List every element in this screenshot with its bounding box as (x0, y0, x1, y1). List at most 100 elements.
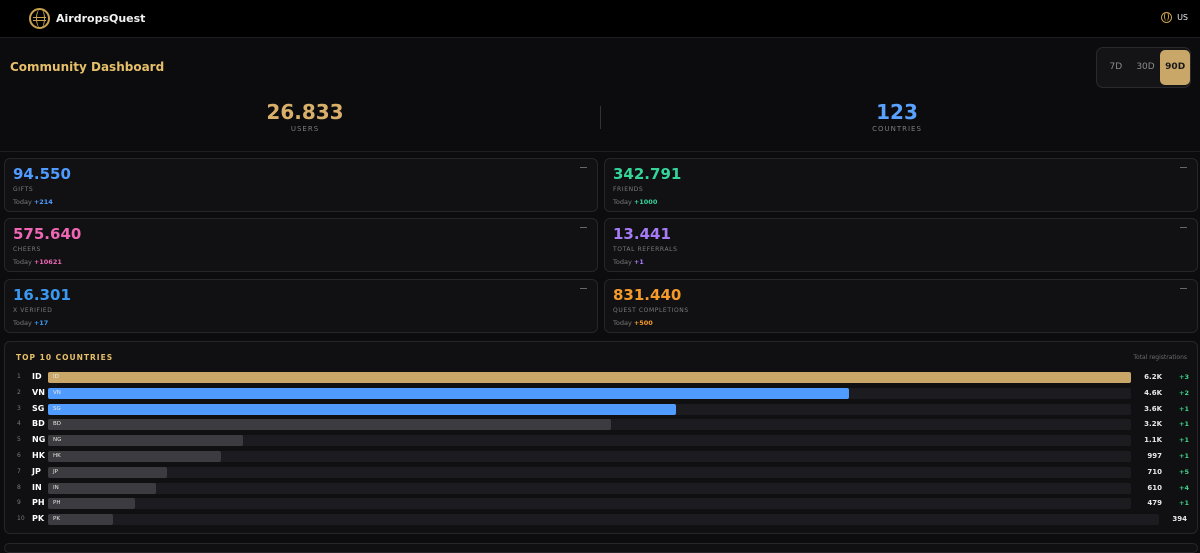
stat-card-quest-completions: 831.440 QUEST COMPLETIONS Today +500 (604, 279, 1198, 333)
country-bar (48, 372, 1131, 383)
stat-today: Today +17 (13, 319, 48, 327)
period-90d-button[interactable]: 90D (1160, 50, 1191, 85)
country-bar-label: BD (53, 421, 62, 428)
language-label: US (1177, 13, 1188, 22)
country-bar-track: NG (48, 435, 1131, 447)
country-rank: 10 (17, 515, 25, 523)
minus-icon[interactable] (580, 227, 587, 228)
app-name: AirdropsQuest (56, 12, 146, 25)
country-bar-label: ID (53, 374, 59, 380)
users-label: USERS (290, 125, 320, 133)
minus-icon[interactable] (1180, 288, 1187, 289)
section-divider (0, 151, 1200, 152)
period-30d-button[interactable]: 30D (1131, 50, 1161, 85)
country-row: 1 ID ID 6.2K +3 (5, 370, 1199, 386)
country-code: PH (32, 498, 45, 508)
countries-summary: 123 COUNTRIES (797, 100, 997, 133)
country-row: 3 SG SG 3.6K +1 (5, 402, 1199, 418)
country-rank: 2 (17, 388, 21, 396)
stat-value: 13.441 (613, 225, 671, 243)
country-code: VN (32, 387, 45, 397)
country-bar-label: VN (53, 389, 61, 396)
minus-icon[interactable] (580, 288, 587, 289)
country-code: IN (32, 482, 42, 492)
country-change: +3 (1179, 373, 1189, 381)
today-delta: +17 (33, 319, 49, 327)
stat-card-gifts: 94.550 GIFTS Today +214 (4, 158, 598, 212)
today-delta: +1 (633, 258, 644, 266)
today-delta: +500 (633, 319, 653, 327)
minus-icon[interactable] (1180, 167, 1187, 168)
app-logo[interactable]: AirdropsQuest (29, 8, 145, 29)
country-change: +1 (1179, 452, 1189, 460)
country-code: BD (32, 419, 45, 429)
country-rank: 1 (17, 373, 21, 380)
country-rank: 5 (17, 436, 21, 444)
page-title: Community Dashboard (10, 60, 165, 74)
stat-value: 16.301 (13, 286, 71, 304)
stat-card-total-referrals: 13.441 TOTAL REFERRALS Today +1 (604, 218, 1198, 272)
country-registrations: 1.1K (1144, 436, 1162, 445)
country-registrations: 479 (1147, 499, 1162, 508)
country-code: HK (32, 451, 45, 460)
country-registrations: 4.6K (1144, 388, 1162, 397)
users-summary: 26.833 USERS (205, 100, 405, 133)
today-label: Today (613, 258, 632, 266)
country-row: 4 BD BD 3.2K +1 (5, 417, 1199, 433)
country-bar (48, 419, 612, 431)
country-bar-track: IN (48, 482, 1131, 494)
country-rank: 4 (17, 420, 21, 428)
country-bar-track: VN (48, 387, 1131, 399)
stat-today: Today +1000 (613, 198, 657, 206)
country-code: PK (32, 514, 45, 524)
countries-label: COUNTRIES (872, 125, 922, 133)
country-bar-track: BD (48, 419, 1131, 431)
country-bar-track: SG (48, 403, 1131, 415)
minus-icon[interactable] (580, 167, 587, 168)
hero-divider (600, 106, 601, 129)
country-change: +1 (1179, 404, 1189, 413)
country-code: ID (32, 372, 42, 381)
countries-count: 123 (876, 100, 918, 124)
globe-icon (1161, 12, 1173, 23)
top-countries-subtitle: Total registrations (1133, 354, 1187, 361)
country-rank: 8 (17, 483, 21, 491)
country-registrations: 610 (1147, 483, 1162, 492)
minus-icon[interactable] (1180, 227, 1187, 228)
country-bar-label: NG (53, 437, 62, 444)
stat-card-friends: 342.791 FRIENDS Today +1000 (604, 158, 1198, 212)
next-panel-edge (4, 543, 1198, 553)
country-bar-label: IN (53, 484, 59, 491)
country-change: +1 (1179, 420, 1189, 429)
language-selector[interactable]: US (1161, 12, 1188, 23)
top-navbar: AirdropsQuest US (0, 0, 1200, 38)
today-label: Today (613, 198, 632, 206)
globe-logo-icon (29, 8, 50, 29)
country-row: 2 VN VN 4.6K +2 (5, 386, 1199, 402)
stat-label: X VERIFIED (13, 307, 53, 314)
country-rank: 6 (17, 452, 21, 459)
country-registrations: 710 (1147, 467, 1162, 476)
country-bar-track: HK (48, 451, 1131, 462)
top-countries-panel: TOP 10 COUNTRIES Total registrations 1 ID… (4, 341, 1198, 534)
country-bar-label: SG (53, 405, 61, 412)
country-bar (48, 435, 243, 447)
country-row: 6 HK HK 997 +1 (5, 449, 1199, 465)
country-registrations: 6.2K (1144, 373, 1162, 381)
country-bar (48, 466, 168, 478)
country-rank: 3 (17, 404, 21, 412)
stat-today: Today +1 (613, 258, 644, 266)
period-7d-button[interactable]: 7D (1101, 50, 1131, 85)
stat-label: GIFTS (13, 186, 34, 193)
country-bar-track: PK (48, 514, 1159, 526)
stat-value: 94.550 (13, 165, 71, 183)
stat-label: FRIENDS (613, 186, 644, 193)
stat-value: 831.440 (613, 286, 682, 304)
today-label: Today (13, 198, 32, 206)
stat-value: 575.640 (13, 225, 82, 243)
country-change: +4 (1179, 483, 1189, 492)
stat-today: Today +500 (613, 319, 653, 327)
stat-label: TOTAL REFERRALS (613, 246, 678, 253)
country-code: JP (32, 466, 41, 476)
country-bar-label: HK (53, 453, 61, 459)
